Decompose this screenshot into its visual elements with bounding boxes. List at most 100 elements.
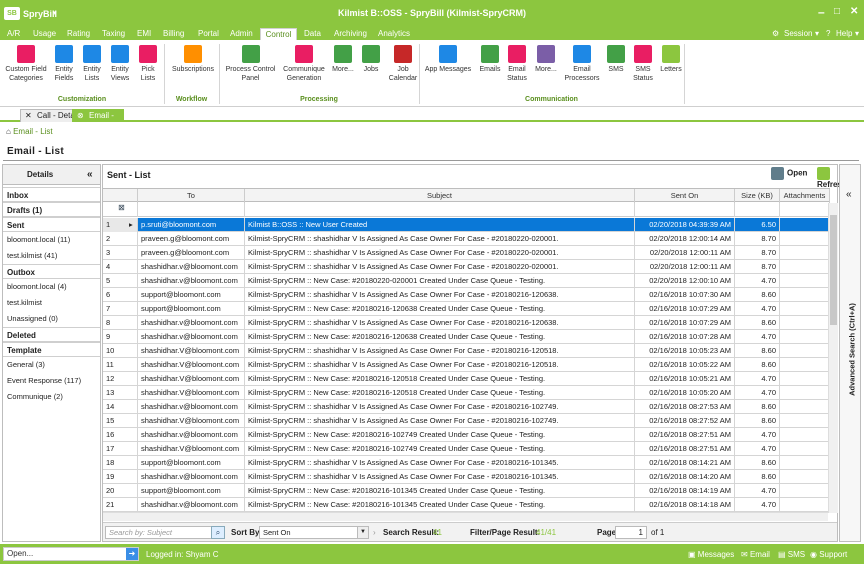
folder-item[interactable]: bloomont.local (11) [3,232,100,248]
horizontal-scrollbar[interactable] [103,512,828,521]
close-button[interactable]: ✕ [850,5,858,19]
table-row[interactable]: 7 support@bloomont.com Kilmist-SpryCRM :: … [103,302,830,316]
ribbon-button-6[interactable]: Subscriptions [168,45,218,74]
ribbon-button-14[interactable]: Email Status [505,45,529,83]
open-input[interactable]: Open... ➜ [3,547,139,561]
ribbon-button-15[interactable]: More... [532,45,560,74]
menu-rating[interactable]: Rating [65,28,92,40]
table-row[interactable]: 21 shashidhar.v@bloomont.com Kilmist-SpryC… [103,498,830,512]
table-row[interactable]: 12 shashidhar.V@bloomont.com Kilmist-SpryC… [103,372,830,386]
help-chevron-icon[interactable]: ▾ [855,28,859,39]
scroll-thumb[interactable] [830,215,837,325]
menu-usage[interactable]: Usage [31,28,58,40]
support-link[interactable]: ◉ Support [810,550,847,559]
advanced-search-label[interactable]: Advanced Search (Ctrl+A) [848,290,857,410]
open-button[interactable]: Open [771,167,807,180]
collapse-icon[interactable]: « [87,165,93,185]
close-tab-icon[interactable]: ✕ [25,110,32,122]
page-input[interactable]: 1 [615,526,647,539]
help-menu[interactable]: Help [836,28,852,39]
table-row[interactable]: 13 shashidhar.V@bloomont.com Kilmist-SpryC… [103,386,830,400]
menu-ar[interactable]: A/R [5,28,22,40]
sms-link[interactable]: ▤ SMS [778,550,805,559]
ribbon-button-19[interactable]: Letters [658,45,684,74]
arrow-right-icon[interactable]: ➜ [126,548,138,560]
menu-archiving[interactable]: Archiving [332,28,369,40]
column-subject[interactable]: Subject [245,189,635,203]
folder-header[interactable]: Template [3,342,100,357]
email-link[interactable]: ✉ Email [741,550,770,559]
folder-header[interactable]: Sent [3,217,100,232]
table-row[interactable]: 4 shashidhar.v@bloomont.com Kilmist-SpryCR… [103,260,830,274]
folder-item[interactable]: Communique (2) [3,389,100,405]
table-row[interactable]: 9 shashidhar.v@bloomont.com Kilmist-SpryCR… [103,330,830,344]
ribbon-button-13[interactable]: Emails [478,45,502,74]
folder-header[interactable]: Inbox [3,187,100,202]
table-row[interactable]: 6 support@bloomont.com Kilmist-SpryCRM :: … [103,288,830,302]
table-row[interactable]: 11 shashidhar.V@bloomont.com Kilmist-SpryC… [103,358,830,372]
ribbon-button-12[interactable]: App Messages [424,45,472,74]
folder-header[interactable]: Outbox [3,264,100,279]
table-row[interactable]: 2 praveen.g@bloomont.com Kilmist-SpryCRM :… [103,232,830,246]
menu-data[interactable]: Data [302,28,323,40]
ribbon-button-18[interactable]: SMS Status [631,45,655,83]
close-tab-icon[interactable]: ⊗ [77,110,84,122]
session-icon[interactable]: ⚙ [772,28,779,39]
search-input[interactable]: Search by: Subject [105,526,225,539]
maximize-button[interactable]: □ [834,5,840,19]
filter-cell[interactable] [780,203,830,217]
column-attachments[interactable]: Attachments [780,189,830,203]
session-chevron-icon[interactable]: ▾ [815,28,819,39]
filter-cell[interactable] [245,203,635,217]
table-row[interactable]: 1 p.sruti@bloomont.com Kilmist B::OSS :: N… [103,218,830,232]
sort-direction-icon[interactable]: › [373,528,376,537]
table-row[interactable]: 3 praveen.g@bloomont.com Kilmist-SpryCRM :… [103,246,830,260]
ribbon-button-16[interactable]: Email Processors [564,45,600,83]
minimize-button[interactable]: – [818,5,825,19]
table-row[interactable]: 18 support@bloomont.com Kilmist-SpryCRM ::… [103,456,830,470]
menu-billing[interactable]: Billing [161,28,186,40]
menu-emi[interactable]: EMI [135,28,153,40]
column-sent-on[interactable]: Sent On [635,189,735,203]
table-row[interactable]: 16 shashidhar.v@bloomont.com Kilmist-SpryC… [103,428,830,442]
help-icon[interactable]: ? [826,28,830,39]
menu-admin[interactable]: Admin [228,28,255,40]
column-to[interactable]: To [138,189,245,203]
ribbon-button-1[interactable]: Custom Field Categories [4,45,48,83]
home-icon[interactable]: ⌂ [6,127,11,136]
filter-cell[interactable] [138,203,245,217]
sort-by-select[interactable]: Sent On ▼ [259,526,369,539]
folder-header[interactable]: Deleted [3,327,100,342]
messages-link[interactable]: ▣ Messages [688,550,734,559]
ribbon-button-2[interactable]: Entity Fields [52,45,76,83]
table-row[interactable]: 19 shashidhar.v@bloomont.com Kilmist-SpryC… [103,470,830,484]
ribbon-button-7[interactable]: Process Control Panel [223,45,278,83]
folder-header[interactable]: Drafts (1) [3,202,100,217]
ribbon-button-9[interactable]: More... [329,45,357,74]
session-menu[interactable]: Session [784,28,812,39]
folder-item[interactable]: bloomont.local (4) [3,279,100,295]
column-size[interactable]: Size (KB) [735,189,780,203]
menu-portal[interactable]: Portal [196,28,221,40]
ribbon-button-11[interactable]: Job Calendar [388,45,418,83]
folder-item[interactable]: test.kilmist [3,295,100,311]
ribbon-button-10[interactable]: Jobs [359,45,383,74]
filter-icon[interactable]: ⊠ [103,203,138,217]
expand-icon[interactable]: « [846,189,852,200]
folder-item[interactable]: test.kilmist (41) [3,248,100,264]
chevron-down-icon[interactable]: ▼ [357,527,368,538]
table-row[interactable]: 8 shashidhar.v@bloomont.com Kilmist-SpryCR… [103,316,830,330]
ribbon-button-8[interactable]: Communique Generation [280,45,328,83]
ribbon-button-17[interactable]: SMS [604,45,628,74]
ribbon-button-4[interactable]: Entity Views [108,45,132,83]
table-row[interactable]: 17 shashidhar.V@bloomont.com Kilmist-SpryC… [103,442,830,456]
tab-email-list[interactable]: ⊗ Email - List [72,109,124,132]
menu-taxing[interactable]: Taxing [100,28,127,40]
table-row[interactable]: 15 shashidhar.V@bloomont.com Kilmist-SpryC… [103,414,830,428]
folder-item[interactable]: Event Response (117) [3,373,100,389]
ribbon-button-3[interactable]: Entity Lists [80,45,104,83]
breadcrumb-item[interactable]: Email - List [13,127,53,136]
filter-cell[interactable] [735,203,780,217]
folder-item[interactable]: Unassigned (0) [3,311,100,327]
table-row[interactable]: 5 shashidhar.v@bloomont.com Kilmist-SpryCR… [103,274,830,288]
